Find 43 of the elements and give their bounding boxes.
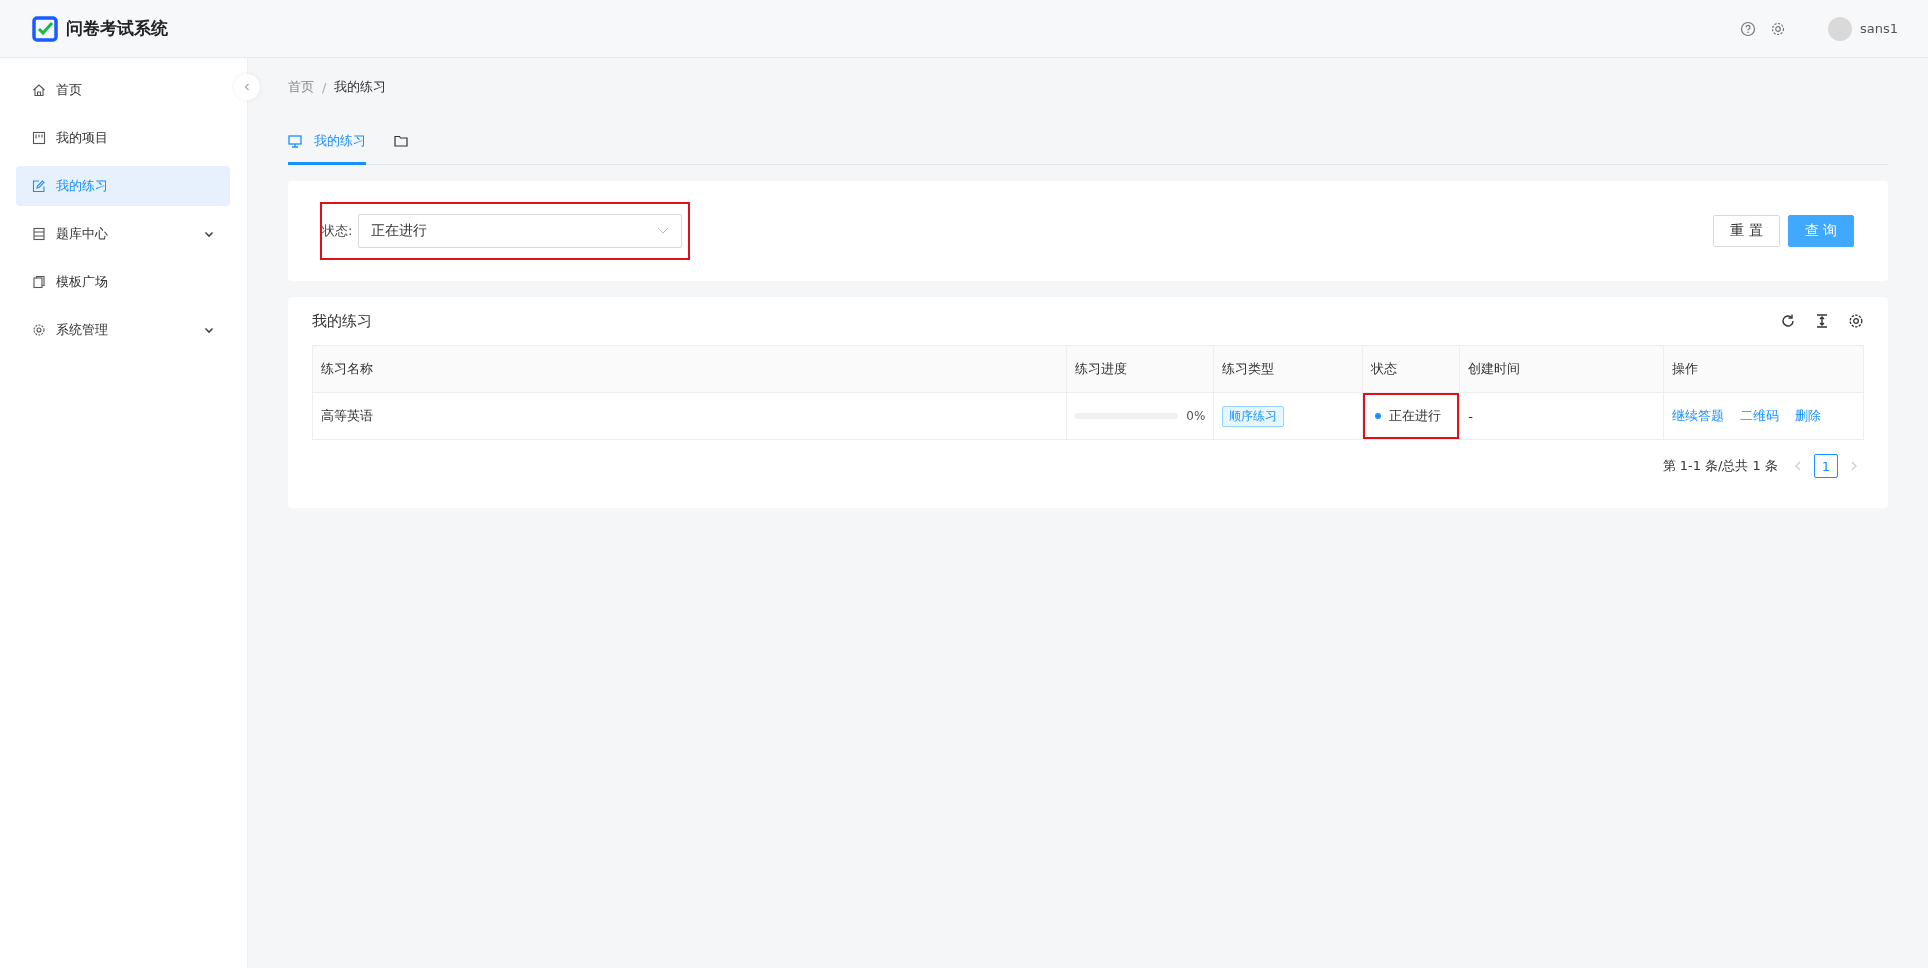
checkbox-logo-icon <box>32 15 58 42</box>
progress-reading: 0% <box>1186 409 1206 423</box>
column-header: 操作 <box>1663 346 1863 392</box>
edit-icon <box>32 179 46 193</box>
help-icon[interactable] <box>1739 20 1756 37</box>
column-header: 练习名称 <box>320 360 374 378</box>
column-header: 练习类型 <box>1213 346 1363 392</box>
refresh-icon[interactable] <box>1780 313 1796 329</box>
sidebar-item[interactable]: 首页 <box>16 70 230 110</box>
monitor-icon <box>288 134 302 148</box>
status-select[interactable]: 正在进行 <box>358 214 682 248</box>
sidebar-item[interactable]: 题库中心 <box>16 214 230 254</box>
folder-icon <box>394 135 408 147</box>
breadcrumb-item: 我的练习 <box>334 78 387 96</box>
sidebar-item[interactable]: 模板广场 <box>16 262 230 302</box>
chevron-down-icon <box>204 325 214 335</box>
column-header: 状态 <box>1362 346 1460 392</box>
table-title: 我的练习 <box>312 311 372 331</box>
breadcrumb-separator: / <box>322 79 327 95</box>
status-text: 正在进行 <box>1389 407 1442 425</box>
status-filter-label: 状态: <box>322 222 353 240</box>
copy-icon <box>32 275 46 289</box>
pagination-summary: 第 1-1 条/总共 1 条 <box>1662 457 1778 475</box>
column-header: 创建时间 <box>1459 346 1664 392</box>
type-tag: 顺序练习 <box>1222 405 1285 427</box>
sidebar-item[interactable]: 系统管理 <box>16 310 230 350</box>
app-title: 问卷考试系统 <box>66 17 168 40</box>
chevron-down-icon <box>657 227 669 235</box>
column-height-icon[interactable] <box>1814 313 1830 329</box>
chevron-down-icon <box>204 229 214 239</box>
reset-button[interactable]: 重 置 <box>1713 215 1780 247</box>
gear-icon <box>32 323 46 337</box>
breadcrumb-item[interactable]: 首页 <box>288 78 314 96</box>
home-icon <box>32 83 46 97</box>
board-icon <box>32 131 46 145</box>
book-icon <box>32 227 46 241</box>
table-cell-text: 高等英语 <box>320 407 374 425</box>
settings-icon[interactable] <box>1848 313 1864 329</box>
chevron-left-icon <box>243 82 251 92</box>
table-cell: - <box>1459 393 1664 439</box>
username[interactable]: sans1 <box>1859 21 1898 36</box>
column-header: 练习进度 <box>1065 346 1214 392</box>
sidebar-item[interactable]: 我的项目 <box>16 118 230 158</box>
